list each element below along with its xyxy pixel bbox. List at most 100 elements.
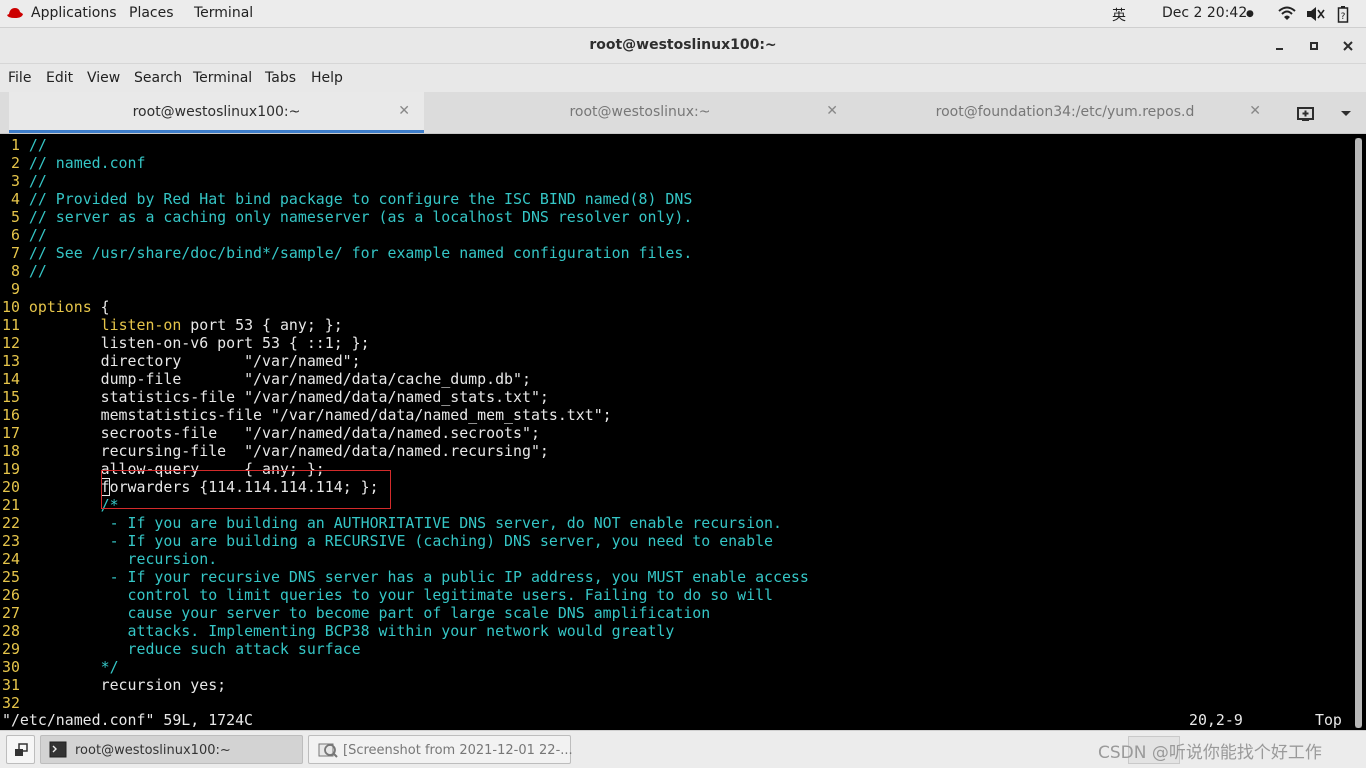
line-text: - If you are building an AUTHORITATIVE D… [28,514,782,532]
menu-search[interactable]: Search [134,70,182,86]
editor-line[interactable]: 8 // [2,262,809,280]
editor-line[interactable]: 18 recursing-file "/var/named/data/named… [2,442,809,460]
line-number: 7 [2,244,29,262]
line-text: // [28,172,47,190]
editor-line[interactable]: 17 secroots-file "/var/named/data/named.… [2,424,809,442]
vim-buffer[interactable]: 1 // 2 // named.conf 3 // 4 // Provided … [2,136,809,712]
editor-line[interactable]: 5 // server as a caching only nameserver… [2,208,809,226]
tab-foundation34[interactable]: root@foundation34:/etc/yum.repos.d ✕ [855,92,1275,133]
line-number: 8 [2,262,29,280]
line-number: 20 [2,478,29,496]
menu-view[interactable]: View [87,70,120,86]
editor-line[interactable]: 4 // Provided by Red Hat bind package to… [2,190,809,208]
battery-icon[interactable]: ? [1337,5,1349,23]
line-text: forwarders {114.114.114.114; }; [100,478,379,496]
close-window-button[interactable] [1339,37,1357,55]
editor-line[interactable]: 26 control to limit queries to your legi… [2,586,809,604]
editor-line[interactable]: 23 - If you are building a RECURSIVE (ca… [2,532,809,550]
line-text: - If you are building a RECURSIVE (cachi… [28,532,773,550]
line-text: // [28,226,47,244]
editor-line[interactable]: 22 - If you are building an AUTHORITATIV… [2,514,809,532]
line-number: 12 [2,334,29,352]
line-text: cause your server to become part of larg… [28,604,711,622]
terminal-app-menu[interactable]: Terminal [194,5,253,21]
wifi-icon[interactable] [1278,6,1296,22]
tab-close-icon[interactable]: ✕ [398,103,410,119]
taskbar-item-screenshot[interactable]: [Screenshot from 2021-12-01 22-... [308,735,573,764]
editor-line[interactable]: 11 listen-on port 53 { any; }; [2,316,809,334]
redhat-logo-icon[interactable] [6,6,24,20]
terminal-view[interactable]: 1 // 2 // named.conf 3 // 4 // Provided … [0,134,1366,730]
volume-icon[interactable] [1305,6,1325,22]
svg-text:?: ? [1341,12,1346,22]
editor-line[interactable]: 25 - If your recursive DNS server has a … [2,568,809,586]
line-text: statistics-file "/var/named/data/named_s… [28,388,549,406]
editor-line[interactable]: 7 // See /usr/share/doc/bind*/sample/ fo… [2,244,809,262]
line-number: 13 [2,352,29,370]
editor-line[interactable]: 30 */ [2,658,809,676]
editor-line[interactable]: 6 // [2,226,809,244]
applications-menu[interactable]: Applications [31,5,117,21]
editor-line[interactable]: 1 // [2,136,809,154]
menu-tabs[interactable]: Tabs [265,70,296,86]
show-desktop-button[interactable] [6,735,35,764]
line-text: recursion yes; [28,676,227,694]
input-method-indicator[interactable]: 英 [1112,5,1126,25]
terminal-menu-bar: File Edit View Search Terminal Tabs Help [0,64,1366,92]
places-menu[interactable]: Places [129,5,174,21]
tab-westoslinux[interactable]: root@westoslinux:~ ✕ [428,92,852,133]
tab-close-icon[interactable]: ✕ [826,103,838,119]
line-text: // Provided by Red Hat bind package to c… [28,190,693,208]
editor-line[interactable]: 19 allow-query { any; }; [2,460,809,478]
system-top-bar: Applications Places Terminal 英 Dec 2 20:… [0,0,1366,28]
maximize-button[interactable] [1305,37,1323,55]
line-number: 28 [2,622,29,640]
editor-line[interactable]: 2 // named.conf [2,154,809,172]
line-text: recursing-file "/var/named/data/named.re… [28,442,549,460]
line-text: // See /usr/share/doc/bind*/sample/ for … [28,244,693,262]
editor-line[interactable]: 29 reduce such attack surface [2,640,809,658]
editor-line[interactable]: 14 dump-file "/var/named/data/cache_dump… [2,370,809,388]
taskbar-item-terminal[interactable]: root@westoslinux100:~ [40,735,303,764]
line-text: control to limit queries to your legitim… [28,586,773,604]
line-text: */ [28,658,119,676]
minimize-button[interactable] [1271,37,1289,55]
tab-label: root@westoslinux100:~ [132,104,301,120]
editor-line[interactable]: 31 recursion yes; [2,676,809,694]
chevron-down-icon[interactable] [1339,109,1353,119]
line-number: 21 [2,496,29,514]
editor-line[interactable]: 32 [2,694,809,712]
editor-line[interactable]: 16 memstatistics-file "/var/named/data/n… [2,406,809,424]
window-title-bar[interactable]: root@westoslinux100:~ [0,28,1366,64]
editor-line[interactable]: 27 cause your server to become part of l… [2,604,809,622]
tab-westoslinux100[interactable]: root@westoslinux100:~ ✕ [9,92,424,133]
editor-line[interactable]: 12 listen-on-v6 port 53 { ::1; }; [2,334,809,352]
editor-line[interactable]: 10 options { [2,298,809,316]
new-tab-icon[interactable] [1296,105,1316,123]
tab-close-icon[interactable]: ✕ [1249,103,1261,119]
vim-scroll-position: Top [1315,711,1342,729]
line-number: 17 [2,424,29,442]
menu-terminal[interactable]: Terminal [193,70,252,86]
editor-line[interactable]: 24 recursion. [2,550,809,568]
clock-dot: ● [1246,9,1254,19]
menu-help[interactable]: Help [311,70,343,86]
editor-line[interactable]: 15 statistics-file "/var/named/data/name… [2,388,809,406]
scrollbar-thumb[interactable] [1355,138,1362,728]
clock[interactable]: Dec 2 20:42 [1162,5,1247,21]
editor-line[interactable]: 20 forwarders {114.114.114.114; }; [2,478,809,496]
line-number: 11 [2,316,29,334]
menu-edit[interactable]: Edit [46,70,73,86]
menu-file[interactable]: File [8,70,31,86]
line-number: 14 [2,370,29,388]
minimize-icon [1276,48,1283,50]
line-number: 15 [2,388,29,406]
image-viewer-icon [318,743,338,758]
editor-line[interactable]: 28 attacks. Implementing BCP38 within yo… [2,622,809,640]
editor-line[interactable]: 3 // [2,172,809,190]
editor-line[interactable]: 13 directory "/var/named"; [2,352,809,370]
line-text: attacks. Implementing BCP38 within your … [28,622,675,640]
editor-line[interactable]: 21 /* [2,496,809,514]
tab-label: root@westoslinux:~ [569,104,711,120]
editor-line[interactable]: 9 [2,280,809,298]
